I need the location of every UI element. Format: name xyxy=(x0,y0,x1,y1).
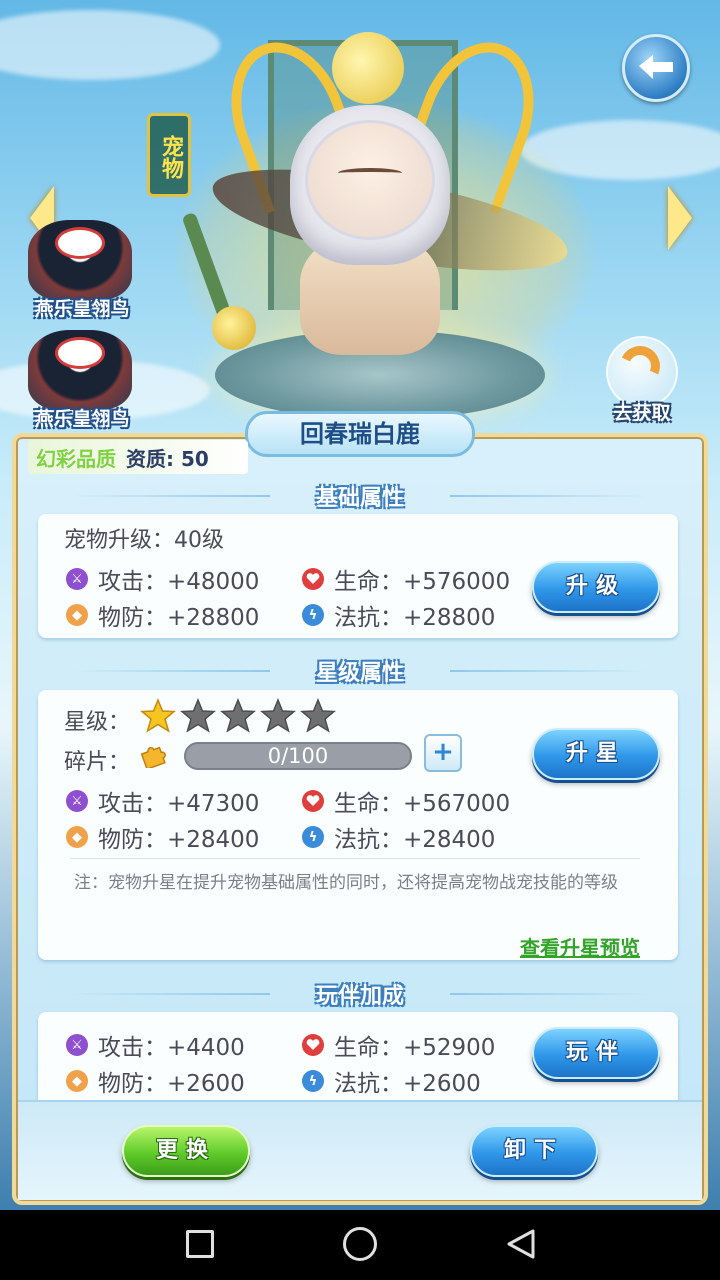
hero-eyes xyxy=(338,168,402,178)
back-arrow-icon xyxy=(639,55,673,79)
replace-button[interactable]: 更换 xyxy=(122,1125,250,1177)
sword-icon: ⚔ xyxy=(66,1034,88,1056)
pet-tag: 宠物 xyxy=(147,113,191,197)
star-attack-value: 攻击：+47300 xyxy=(98,791,260,817)
quality-label: 幻彩品质 xyxy=(36,446,116,471)
shield-icon: ◆ xyxy=(66,604,88,626)
basic-resist: ϟ 法抗：+28800 xyxy=(302,598,495,632)
quality-bar: 幻彩品质 资质: 50 xyxy=(28,440,248,474)
lightning-icon: ϟ xyxy=(302,604,324,626)
partner-hp: 生命：+52900 xyxy=(302,1028,495,1062)
star-note: 注：宠物升星在提升宠物基础属性的同时，还将提高宠物战宠技能的等级 xyxy=(74,873,618,893)
partner-resist-value: 法抗：+2600 xyxy=(334,1071,481,1097)
pet-level: 宠物升级：40级 xyxy=(64,528,224,553)
section-title-basic: 基础属性 xyxy=(0,480,720,512)
shield-icon: ◆ xyxy=(66,826,88,848)
basic-resist-value: 法抗：+28800 xyxy=(334,605,496,631)
add-fragment-button[interactable]: + xyxy=(424,734,462,772)
heart-icon xyxy=(302,568,324,590)
moon-ornament xyxy=(332,32,404,104)
shield-icon: ◆ xyxy=(66,1070,88,1092)
star-resist-value: 法抗：+28400 xyxy=(334,827,496,853)
pet-avatar xyxy=(28,330,132,410)
game-screen: 宠物 燕乐皇翎鸟 燕乐皇翎鸟 去获取 回春瑞白鹿 幻彩品质 资质: 50 基础属… xyxy=(0,0,720,1210)
star-icon-empty xyxy=(180,698,216,733)
hero-companion xyxy=(212,306,256,350)
partner-defense: ◆ 物防：+2600 xyxy=(66,1064,245,1098)
partner-button[interactable]: 玩伴 xyxy=(532,1027,660,1079)
pet-avatar xyxy=(28,220,132,300)
pet-name-title: 回春瑞白鹿 xyxy=(245,411,475,457)
bottom-action-bar xyxy=(18,1100,702,1200)
fragment-progress-text: 0/100 xyxy=(267,744,329,768)
aptitude-value: 资质: 50 xyxy=(126,446,209,471)
partner-attack-value: 攻击：+4400 xyxy=(98,1035,245,1061)
star-defense-value: 物防：+28400 xyxy=(98,827,260,853)
basic-hp: 生命：+576000 xyxy=(302,562,510,596)
go-get-label: 去获取 xyxy=(613,402,671,424)
star-icon-empty xyxy=(220,698,256,733)
go-get-button[interactable]: 去获取 xyxy=(602,336,682,426)
star-icon-filled xyxy=(140,698,176,733)
basic-defense: ◆ 物防：+28800 xyxy=(66,598,259,632)
star-up-button[interactable]: 升星 xyxy=(532,728,660,780)
cloud xyxy=(0,10,220,80)
star-resist: ϟ 法抗：+28400 xyxy=(302,820,495,854)
section-title-star: 星级属性 xyxy=(0,655,720,687)
puzzle-icon xyxy=(140,746,166,768)
partner-attack: ⚔ 攻击：+4400 xyxy=(66,1028,245,1062)
basic-hp-value: 生命：+576000 xyxy=(334,569,511,595)
section-title-partner: 玩伴加成 xyxy=(0,978,720,1010)
star-preview-link[interactable]: 查看升星预览 xyxy=(520,932,640,961)
lightning-icon: ϟ xyxy=(302,1070,324,1092)
partner-defense-value: 物防：+2600 xyxy=(98,1071,245,1097)
pet-list-name: 燕乐皇翎鸟 xyxy=(34,408,130,430)
nav-back-icon[interactable] xyxy=(505,1228,537,1260)
pet-character-portrait[interactable] xyxy=(305,120,435,240)
star-hp-value: 生命：+567000 xyxy=(334,791,511,817)
fragment-label: 碎片： xyxy=(64,750,131,775)
heart-icon xyxy=(302,1034,324,1056)
fragment-progress-bar: 0/100 xyxy=(184,742,412,770)
star-hp: 生命：+567000 xyxy=(302,784,510,818)
star-level-label: 星级： xyxy=(64,710,131,735)
next-pet-arrow-icon[interactable] xyxy=(668,186,692,250)
star-attack: ⚔ 攻击：+47300 xyxy=(66,784,259,818)
back-button[interactable] xyxy=(622,34,690,102)
basic-defense-value: 物防：+28800 xyxy=(98,605,260,631)
partner-hp-value: 生命：+52900 xyxy=(334,1035,496,1061)
sword-icon: ⚔ xyxy=(66,790,88,812)
unload-button[interactable]: 卸下 xyxy=(470,1125,598,1177)
star-defense: ◆ 物防：+28400 xyxy=(66,820,259,854)
star-icon-empty xyxy=(260,698,296,733)
divider xyxy=(70,858,640,859)
star-icon-empty xyxy=(300,698,336,733)
sword-icon: ⚔ xyxy=(66,568,88,590)
pet-list-name: 燕乐皇翎鸟 xyxy=(34,298,130,320)
heart-icon xyxy=(302,790,324,812)
pet-list-item[interactable]: 燕乐皇翎鸟 xyxy=(22,220,142,320)
lightning-icon: ϟ xyxy=(302,826,324,848)
home-icon[interactable] xyxy=(343,1227,377,1261)
basic-attack-value: 攻击：+48000 xyxy=(98,569,260,595)
basic-attack: ⚔ 攻击：+48000 xyxy=(66,562,259,596)
partner-resist: ϟ 法抗：+2600 xyxy=(302,1064,481,1098)
level-up-button[interactable]: 升级 xyxy=(532,561,660,613)
pet-list-item[interactable]: 燕乐皇翎鸟 xyxy=(22,330,142,430)
recent-apps-icon[interactable] xyxy=(186,1230,214,1258)
